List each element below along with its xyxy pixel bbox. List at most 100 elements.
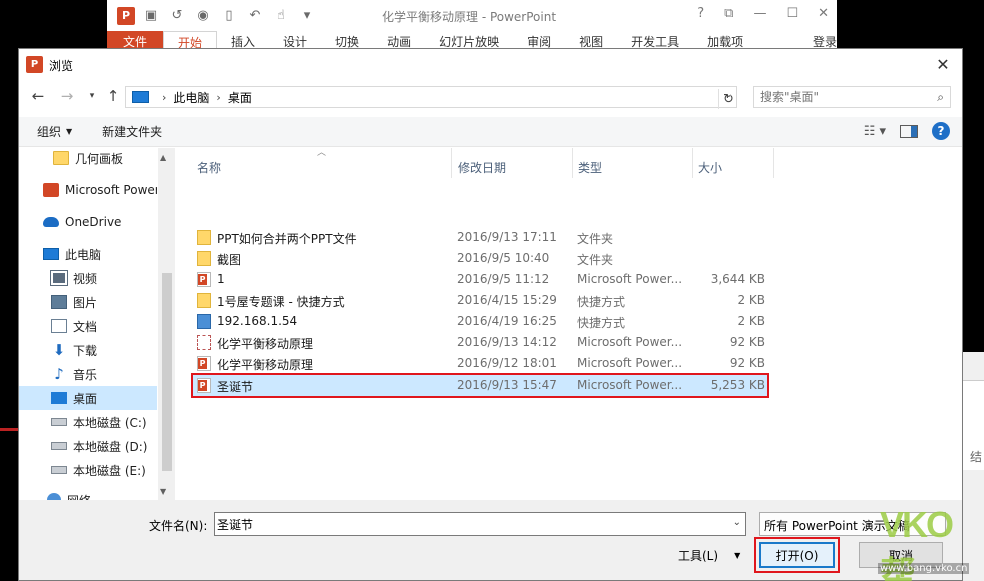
breadcrumb-desktop[interactable]: 桌面 [228, 89, 252, 106]
column-divider[interactable] [451, 148, 452, 178]
maximize-icon[interactable]: ☐ [786, 6, 798, 21]
nav-item-this-pc[interactable]: 此电脑 [19, 242, 157, 266]
present-icon[interactable]: ◉ [193, 7, 213, 25]
file-row[interactable]: 1号屋专题课 - 快捷方式 2016/4/15 15:29 快捷方式 2 KB [193, 290, 767, 311]
nav-scrollbar-thumb[interactable] [162, 273, 172, 471]
file-type: Microsoft Power... [577, 272, 683, 286]
column-header-size[interactable]: 大小 [698, 155, 722, 179]
breadcrumb-this-pc[interactable]: 此电脑 [173, 89, 209, 106]
column-divider[interactable] [572, 148, 573, 178]
tools-menu-button[interactable]: 工具(L) ▼ [678, 547, 740, 564]
help-icon[interactable]: ? [697, 6, 704, 21]
nav-item-videos[interactable]: 视频 [19, 266, 157, 290]
nav-item-documents[interactable]: 文档 [19, 314, 157, 338]
organize-label: 组织 [37, 125, 62, 139]
nav-item-desktop[interactable]: 桌面 [19, 386, 157, 410]
file-size: 2 KB [737, 314, 765, 328]
minimize-icon[interactable]: — [753, 6, 766, 21]
preview-pane-icon[interactable] [900, 124, 918, 138]
file-row[interactable]: PPT如何合并两个PPT文件 2016/9/13 17:11 文件夹 [193, 227, 767, 248]
file-row[interactable]: 截图 2016/9/5 10:40 文件夹 [193, 248, 767, 269]
file-type: 文件夹 [577, 232, 614, 246]
pptx-file-icon [197, 272, 211, 287]
file-size: 2 KB [737, 293, 765, 307]
nav-item-label: 本地磁盘 (D:) [73, 439, 148, 454]
customize-icon[interactable]: ▾ [297, 7, 317, 25]
column-divider[interactable] [773, 148, 774, 178]
nav-item-onedrive[interactable]: OneDrive [19, 210, 157, 234]
background-fragment-text: 结 [970, 450, 983, 464]
open-button[interactable]: 打开(O) [754, 537, 840, 573]
powerpoint-icon [43, 183, 59, 197]
nav-item-drive-c[interactable]: 本地磁盘 (C:) [19, 410, 157, 434]
nav-item-music[interactable]: ♪ 音乐 [19, 362, 157, 386]
dialog-title: 浏览 [49, 59, 74, 73]
breadcrumb-separator: › [216, 90, 221, 104]
chevron-down-icon: ▼ [66, 127, 73, 136]
close-icon[interactable]: ✕ [932, 53, 954, 75]
nav-item-microsoft-powerpoint[interactable]: Microsoft Power [19, 178, 157, 202]
ribbon-display-icon[interactable]: ⧉ [724, 6, 733, 21]
close-icon[interactable]: ✕ [818, 6, 829, 21]
nav-item-geometry[interactable]: 几何画板 [19, 148, 157, 170]
nav-item-drive-e[interactable]: 本地磁盘 (E:) [19, 458, 157, 482]
new-doc-icon[interactable]: ▯ [219, 7, 239, 25]
recent-locations-chevron-icon[interactable]: ▾ [81, 86, 103, 106]
filename-input[interactable] [217, 517, 717, 531]
file-row-selected[interactable]: 圣诞节 2016/9/13 15:47 Microsoft Power... 5… [191, 373, 769, 398]
scroll-up-arrow-icon[interactable]: ▲ [160, 153, 166, 162]
file-row[interactable]: 化学平衡移动原理 2016/9/13 14:12 Microsoft Power… [193, 332, 767, 353]
redo-icon[interactable]: ↺ [167, 7, 187, 25]
download-icon: ⬇ [52, 341, 66, 359]
nav-item-label: 桌面 [73, 391, 98, 406]
navigation-pane: 几何画板 Microsoft Power OneDrive 此电脑 视频 图片 … [19, 148, 175, 500]
background-red-mark [0, 428, 18, 431]
filename-label: 文件名(N): [149, 519, 208, 533]
folder-icon [53, 151, 69, 165]
column-header-name[interactable]: 名称 [197, 155, 221, 179]
filename-field[interactable]: ⌄ [214, 512, 746, 536]
help-icon[interactable]: ? [932, 122, 950, 140]
forward-arrow-icon[interactable]: → [56, 86, 78, 106]
column-divider[interactable] [692, 148, 693, 178]
organize-button[interactable]: 组织 ▼ [37, 123, 72, 140]
scroll-down-arrow-icon[interactable]: ▼ [160, 487, 166, 496]
file-row[interactable]: 化学平衡移动原理 2016/9/12 18:01 Microsoft Power… [193, 353, 767, 374]
dialog-footer: 文件名(N): ⌄ 所有 PowerPoint 演示文稿 工具(L) ▼ 打开(… [19, 500, 962, 580]
back-arrow-icon[interactable]: ← [27, 86, 49, 106]
nav-item-label: 几何画板 [75, 151, 124, 166]
video-icon [50, 270, 68, 286]
sort-ascending-icon: ︿ [317, 148, 327, 158]
file-type: Microsoft Power... [577, 378, 683, 392]
undo-icon[interactable]: ↶ [245, 7, 265, 25]
file-name: 化学平衡移动原理 [217, 358, 314, 372]
up-arrow-icon[interactable]: ↑ [102, 86, 124, 106]
nav-item-pictures[interactable]: 图片 [19, 290, 157, 314]
refresh-icon[interactable]: ↻ [718, 89, 738, 109]
search-field[interactable]: ⌕ [753, 86, 951, 108]
quick-access-toolbar: P ▣ ↺ ◉ ▯ ↶ ☝ ▾ [107, 6, 317, 25]
new-folder-button[interactable]: 新建文件夹 [102, 123, 162, 140]
nav-item-label: 本地磁盘 (E:) [73, 463, 146, 478]
remote-desktop-icon [197, 314, 211, 329]
file-row[interactable]: 1 2016/9/5 11:12 Microsoft Power... 3,64… [193, 269, 767, 290]
address-bar[interactable]: › 此电脑 › 桌面 ⌄ [125, 86, 737, 108]
file-date: 2016/9/5 11:12 [457, 272, 550, 286]
save-icon[interactable]: ▣ [141, 7, 161, 25]
column-header-type[interactable]: 类型 [578, 155, 602, 179]
column-header-date[interactable]: 修改日期 [458, 155, 506, 179]
file-row[interactable]: 192.168.1.54 2016/4/19 16:25 快捷方式 2 KB [193, 311, 767, 332]
file-name: 1号屋专题课 - 快捷方式 [217, 295, 345, 309]
nav-item-network[interactable]: 网络 [19, 488, 157, 500]
search-icon[interactable]: ⌕ [937, 90, 944, 105]
search-input[interactable] [760, 90, 920, 104]
nav-item-downloads[interactable]: ⬇ 下载 [19, 338, 157, 362]
nav-item-label: 本地磁盘 (C:) [73, 415, 147, 430]
computer-icon [132, 91, 149, 103]
touch-icon[interactable]: ☝ [271, 7, 291, 25]
file-date: 2016/4/19 16:25 [457, 314, 557, 328]
powerpoint-window: P ▣ ↺ ◉ ▯ ↶ ☝ ▾ 化学平衡移动原理 - PowerPoint ? … [107, 0, 837, 52]
nav-item-drive-d[interactable]: 本地磁盘 (D:) [19, 434, 157, 458]
chevron-down-icon[interactable]: ⌄ [733, 517, 741, 528]
view-options-icon[interactable]: ☷ ▾ [864, 124, 886, 139]
